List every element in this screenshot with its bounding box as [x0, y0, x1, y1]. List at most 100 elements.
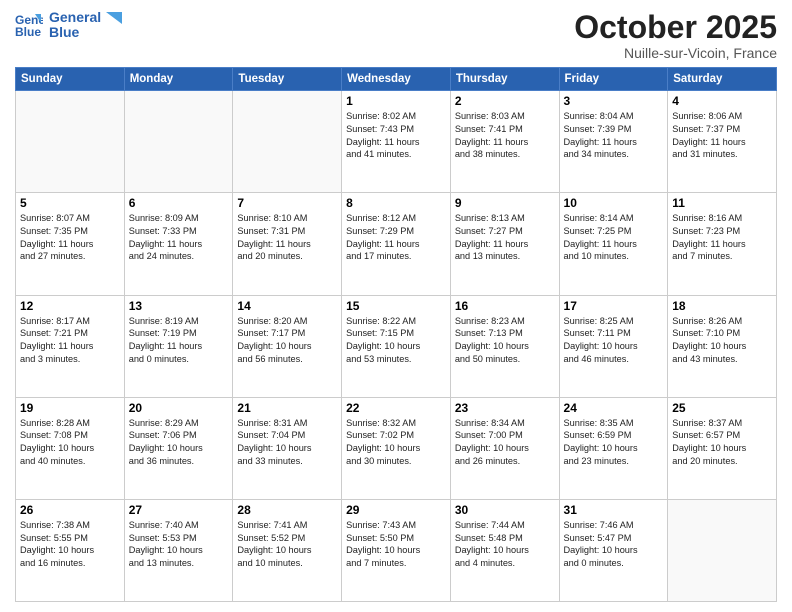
day-number: 21 [237, 401, 337, 415]
table-row [16, 91, 125, 193]
day-number: 14 [237, 299, 337, 313]
calendar-header-row: Sunday Monday Tuesday Wednesday Thursday… [16, 68, 777, 91]
logo-flag-icon [106, 12, 122, 24]
table-row: 6Sunrise: 8:09 AM Sunset: 7:33 PM Daylig… [124, 193, 233, 295]
day-info: Sunrise: 8:10 AM Sunset: 7:31 PM Dayligh… [237, 212, 337, 263]
table-row: 7 Sunrise: 8:10 AM Sunset: 7:31 PM Daylig… [233, 193, 342, 295]
table-row: 10 Sunrise: 8:14 AM Sunset: 7:25 PM Dayli… [559, 193, 668, 295]
header: General Blue General Blue October 2025 N… [15, 10, 777, 61]
day-info: Sunrise: 8:22 AM Sunset: 7:15 PM Dayligh… [346, 315, 446, 366]
day-number: 2 [455, 94, 555, 108]
day-number: 27 [129, 503, 229, 517]
logo-icon: General Blue [15, 11, 43, 39]
day-info: Sunrise: 8:13 AM Sunset: 7:27 PM Dayligh… [455, 212, 555, 263]
calendar-week-row: 5 Sunrise: 8:07 AM Sunset: 7:35 PM Daylig… [16, 193, 777, 295]
day-info: Sunrise: 8:35 AM Sunset: 6:59 PM Dayligh… [564, 417, 664, 468]
table-row: 26 Sunrise: 7:38 AM Sunset: 5:55 PM Dayli… [16, 499, 125, 601]
table-row [124, 91, 233, 193]
day-number: 26 [20, 503, 120, 517]
col-friday: Friday [559, 68, 668, 91]
table-row [233, 91, 342, 193]
location: Nuille-sur-Vicoin, France [574, 45, 777, 61]
day-info: Sunrise: 7:41 AM Sunset: 5:52 PM Dayligh… [237, 519, 337, 570]
logo-line1: General [49, 10, 122, 25]
table-row: 9 Sunrise: 8:13 AM Sunset: 7:27 PM Daylig… [450, 193, 559, 295]
day-info: Sunrise: 8:23 AM Sunset: 7:13 PM Dayligh… [455, 315, 555, 366]
day-number: 5 [20, 196, 120, 210]
table-row: 12 Sunrise: 8:17 AM Sunset: 7:21 PM Dayli… [16, 295, 125, 397]
day-info: Sunrise: 7:38 AM Sunset: 5:55 PM Dayligh… [20, 519, 120, 570]
day-number: 19 [20, 401, 120, 415]
table-row: 2 Sunrise: 8:03 AM Sunset: 7:41 PM Daylig… [450, 91, 559, 193]
day-info: Sunrise: 8:32 AM Sunset: 7:02 PM Dayligh… [346, 417, 446, 468]
day-info: Sunrise: 8:31 AM Sunset: 7:04 PM Dayligh… [237, 417, 337, 468]
calendar-week-row: 12 Sunrise: 8:17 AM Sunset: 7:21 PM Dayli… [16, 295, 777, 397]
table-row: 17Sunrise: 8:25 AM Sunset: 7:11 PM Dayli… [559, 295, 668, 397]
table-row [668, 499, 777, 601]
calendar-week-row: 19 Sunrise: 8:28 AM Sunset: 7:08 PM Dayli… [16, 397, 777, 499]
page: General Blue General Blue October 2025 N… [0, 0, 792, 612]
day-info: Sunrise: 8:07 AM Sunset: 7:35 PM Dayligh… [20, 212, 120, 263]
day-number: 28 [237, 503, 337, 517]
table-row: 28 Sunrise: 7:41 AM Sunset: 5:52 PM Dayli… [233, 499, 342, 601]
table-row: 13 Sunrise: 8:19 AM Sunset: 7:19 PM Dayli… [124, 295, 233, 397]
table-row: 20 Sunrise: 8:29 AM Sunset: 7:06 PM Dayli… [124, 397, 233, 499]
day-info: Sunrise: 8:29 AM Sunset: 7:06 PM Dayligh… [129, 417, 229, 468]
day-number: 23 [455, 401, 555, 415]
table-row: 11Sunrise: 8:16 AM Sunset: 7:23 PM Dayli… [668, 193, 777, 295]
day-number: 3 [564, 94, 664, 108]
day-number: 16 [455, 299, 555, 313]
table-row: 8Sunrise: 8:12 AM Sunset: 7:29 PM Daylig… [342, 193, 451, 295]
calendar-table: Sunday Monday Tuesday Wednesday Thursday… [15, 67, 777, 602]
table-row: 29 Sunrise: 7:43 AM Sunset: 5:50 PM Dayli… [342, 499, 451, 601]
day-info: Sunrise: 8:03 AM Sunset: 7:41 PM Dayligh… [455, 110, 555, 161]
day-info: Sunrise: 7:43 AM Sunset: 5:50 PM Dayligh… [346, 519, 446, 570]
col-saturday: Saturday [668, 68, 777, 91]
day-info: Sunrise: 8:14 AM Sunset: 7:25 PM Dayligh… [564, 212, 664, 263]
calendar-week-row: 1Sunrise: 8:02 AM Sunset: 7:43 PM Daylig… [16, 91, 777, 193]
day-number: 1 [346, 94, 446, 108]
day-number: 8 [346, 196, 446, 210]
table-row: 15Sunrise: 8:22 AM Sunset: 7:15 PM Dayli… [342, 295, 451, 397]
day-number: 12 [20, 299, 120, 313]
day-info: Sunrise: 8:19 AM Sunset: 7:19 PM Dayligh… [129, 315, 229, 366]
day-number: 4 [672, 94, 772, 108]
day-info: Sunrise: 8:17 AM Sunset: 7:21 PM Dayligh… [20, 315, 120, 366]
day-number: 29 [346, 503, 446, 517]
col-wednesday: Wednesday [342, 68, 451, 91]
day-number: 7 [237, 196, 337, 210]
col-sunday: Sunday [16, 68, 125, 91]
table-row: 5 Sunrise: 8:07 AM Sunset: 7:35 PM Daylig… [16, 193, 125, 295]
day-info: Sunrise: 8:16 AM Sunset: 7:23 PM Dayligh… [672, 212, 772, 263]
table-row: 16 Sunrise: 8:23 AM Sunset: 7:13 PM Dayli… [450, 295, 559, 397]
day-number: 9 [455, 196, 555, 210]
day-info: Sunrise: 8:25 AM Sunset: 7:11 PM Dayligh… [564, 315, 664, 366]
day-info: Sunrise: 8:34 AM Sunset: 7:00 PM Dayligh… [455, 417, 555, 468]
table-row: 1Sunrise: 8:02 AM Sunset: 7:43 PM Daylig… [342, 91, 451, 193]
day-info: Sunrise: 8:37 AM Sunset: 6:57 PM Dayligh… [672, 417, 772, 468]
day-number: 24 [564, 401, 664, 415]
table-row: 22Sunrise: 8:32 AM Sunset: 7:02 PM Dayli… [342, 397, 451, 499]
day-info: Sunrise: 7:46 AM Sunset: 5:47 PM Dayligh… [564, 519, 664, 570]
day-info: Sunrise: 8:26 AM Sunset: 7:10 PM Dayligh… [672, 315, 772, 366]
day-info: Sunrise: 8:28 AM Sunset: 7:08 PM Dayligh… [20, 417, 120, 468]
day-info: Sunrise: 8:04 AM Sunset: 7:39 PM Dayligh… [564, 110, 664, 161]
table-row: 31 Sunrise: 7:46 AM Sunset: 5:47 PM Dayli… [559, 499, 668, 601]
day-number: 10 [564, 196, 664, 210]
logo-line2: Blue [49, 25, 122, 40]
table-row: 30 Sunrise: 7:44 AM Sunset: 5:48 PM Dayli… [450, 499, 559, 601]
table-row: 18Sunrise: 8:26 AM Sunset: 7:10 PM Dayli… [668, 295, 777, 397]
svg-text:Blue: Blue [15, 25, 41, 39]
day-number: 20 [129, 401, 229, 415]
table-row: 4Sunrise: 8:06 AM Sunset: 7:37 PM Daylig… [668, 91, 777, 193]
day-number: 13 [129, 299, 229, 313]
day-number: 25 [672, 401, 772, 415]
day-info: Sunrise: 8:09 AM Sunset: 7:33 PM Dayligh… [129, 212, 229, 263]
table-row: 24 Sunrise: 8:35 AM Sunset: 6:59 PM Dayli… [559, 397, 668, 499]
calendar-week-row: 26 Sunrise: 7:38 AM Sunset: 5:55 PM Dayli… [16, 499, 777, 601]
table-row: 3 Sunrise: 8:04 AM Sunset: 7:39 PM Daylig… [559, 91, 668, 193]
day-number: 31 [564, 503, 664, 517]
day-number: 30 [455, 503, 555, 517]
day-info: Sunrise: 7:44 AM Sunset: 5:48 PM Dayligh… [455, 519, 555, 570]
table-row: 25 Sunrise: 8:37 AM Sunset: 6:57 PM Dayli… [668, 397, 777, 499]
